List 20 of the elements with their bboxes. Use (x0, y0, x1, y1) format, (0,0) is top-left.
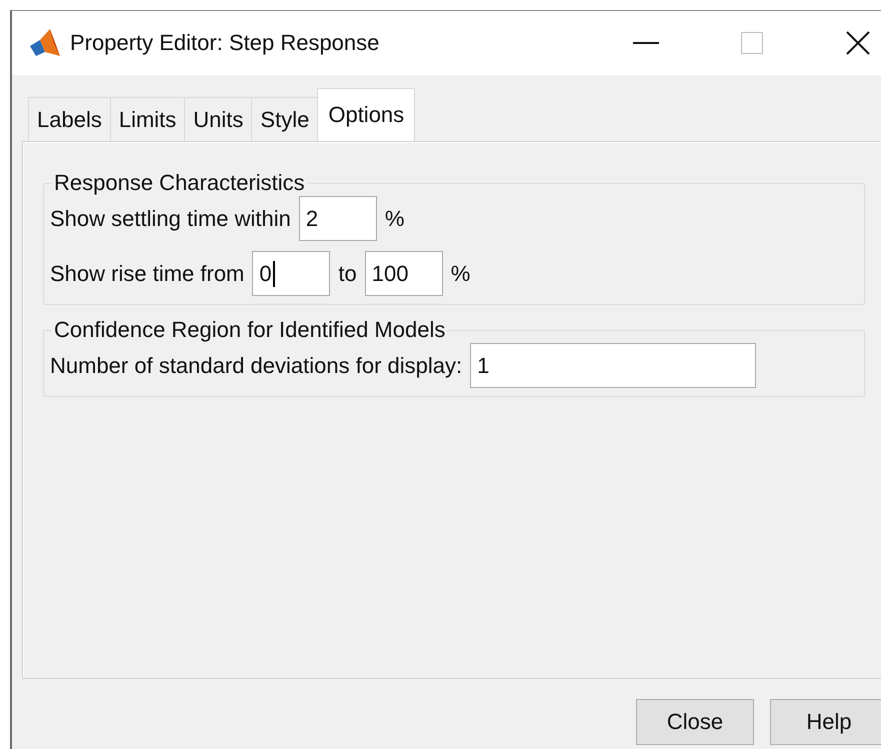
field-label: % (384, 206, 404, 232)
dialog-button[interactable]: Close (636, 699, 754, 745)
input-field[interactable]: 100 (364, 251, 443, 296)
dialog-button[interactable]: Help (770, 699, 881, 745)
field-label: Number of standard deviations for display: (50, 352, 462, 378)
input-field[interactable]: 0 (252, 251, 330, 296)
field-label: to (338, 260, 357, 286)
input-field[interactable]: 2 (298, 196, 377, 241)
field-label: Show rise time from (50, 260, 244, 286)
minimize-icon (633, 42, 659, 44)
input-field[interactable]: 1 (470, 343, 756, 388)
tab[interactable]: Options (317, 88, 416, 141)
tab[interactable]: Labels (28, 97, 111, 141)
group-title: Response Characteristics (53, 170, 306, 196)
field-label: Show settling time within (50, 206, 291, 232)
close-icon (846, 31, 870, 55)
window-title: Property Editor: Step Response (70, 30, 380, 56)
field-label: % (450, 260, 470, 286)
group-title: Confidence Region for Identified Models (53, 317, 446, 343)
maximize-icon (741, 32, 763, 54)
